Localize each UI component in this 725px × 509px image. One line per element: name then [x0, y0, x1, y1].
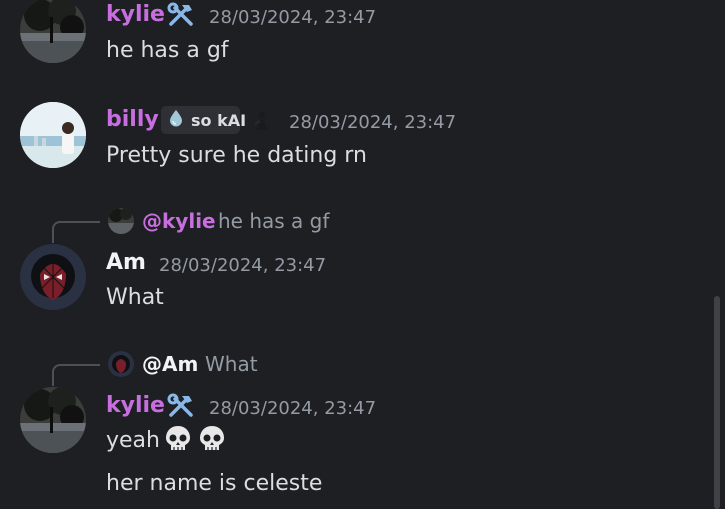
message-text: Pretty sure he dating rn	[106, 143, 367, 168]
reply-mention[interactable]: @kylie	[142, 209, 216, 233]
avatar-kylie[interactable]	[20, 0, 86, 63]
message-text: What	[106, 285, 164, 310]
timestamp: 28/03/2024, 23:47	[209, 398, 377, 419]
reply-preview[interactable]: What	[205, 352, 258, 376]
reply-connector	[52, 364, 100, 386]
avatar-kylie[interactable]	[20, 387, 86, 453]
message-text: yeah	[106, 428, 160, 453]
figure-icon	[252, 110, 272, 136]
skull-emoji	[197, 424, 227, 454]
reply-mention[interactable]: @Am	[142, 352, 198, 376]
hammer-wrench-icon	[167, 2, 195, 30]
author-name[interactable]: kylie	[106, 393, 165, 418]
author-name[interactable]: kylie	[106, 2, 165, 27]
droplet-icon	[167, 109, 185, 131]
avatar-am[interactable]	[20, 244, 86, 310]
message-text-followup: her name is celeste	[106, 471, 323, 496]
server-tag-label: so kAI	[191, 110, 247, 130]
timestamp: 28/03/2024, 23:47	[159, 255, 327, 276]
message-text: he has a gf	[106, 38, 229, 63]
reply-preview[interactable]: he has a gf	[218, 209, 329, 233]
hammer-wrench-icon	[167, 393, 195, 421]
reply-avatar-kylie	[108, 208, 134, 234]
timestamp: 28/03/2024, 23:47	[289, 112, 457, 133]
skull-emoji	[163, 424, 193, 454]
avatar-billy[interactable]	[20, 102, 86, 168]
timestamp: 28/03/2024, 23:47	[209, 7, 377, 28]
author-name[interactable]: billy	[106, 107, 159, 132]
scrollbar[interactable]	[714, 296, 720, 509]
author-name[interactable]: Am	[106, 250, 146, 275]
server-tag[interactable]: so kAI	[161, 106, 246, 134]
reply-connector	[52, 221, 100, 243]
reply-avatar-am	[108, 351, 134, 377]
